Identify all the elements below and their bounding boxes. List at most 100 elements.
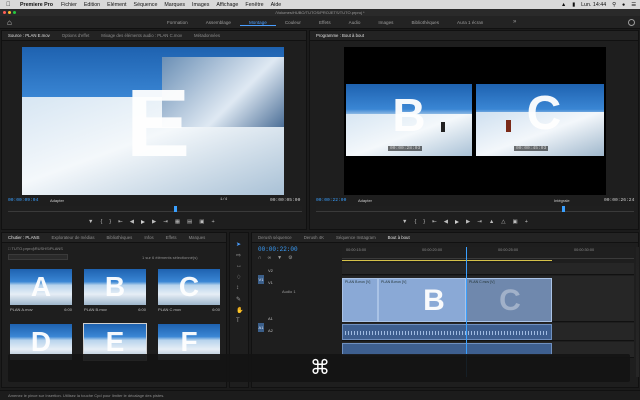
source-timecode-out[interactable]: 00:00:05:00: [270, 198, 300, 203]
source-resolution[interactable]: 1/4: [220, 198, 227, 202]
menu-edition[interactable]: Edition: [84, 2, 100, 8]
workspace-tab-audio[interactable]: Audio: [340, 20, 370, 25]
linked-selection-icon[interactable]: ∞: [268, 255, 272, 261]
clock[interactable]: Lun. 14:44: [581, 2, 606, 8]
program-video-frame[interactable]: B 00:00:28:03 C 00:00:45:03: [344, 47, 606, 195]
slip-tool-icon[interactable]: ↕: [236, 285, 239, 291]
track-v2[interactable]: V2: [268, 265, 273, 277]
program-playhead[interactable]: [562, 206, 565, 212]
menu-marques[interactable]: Marques: [164, 2, 185, 8]
tab-sequence-instagram[interactable]: Séquence Instagram: [330, 235, 382, 240]
notification-icon[interactable]: ☰: [631, 2, 636, 8]
extract-icon[interactable]: △: [501, 219, 505, 225]
more-workspaces-icon[interactable]: »: [513, 19, 516, 25]
workspace-tab-bibliotheques[interactable]: Bibliothèques: [402, 20, 448, 25]
marker-icon[interactable]: ▼: [402, 219, 407, 225]
menu-sequence[interactable]: Séquence: [134, 2, 158, 8]
menu-affichage[interactable]: Affichage: [216, 2, 238, 8]
add-button-icon[interactable]: +: [211, 219, 214, 225]
step-forward-icon[interactable]: ▶: [152, 219, 156, 225]
program-timecode-current[interactable]: 00:00:22:00: [316, 198, 346, 203]
mark-in-icon[interactable]: {: [100, 219, 102, 225]
work-area-bar[interactable]: [342, 260, 552, 261]
tab-effects[interactable]: Effets: [160, 235, 183, 240]
menu-fichier[interactable]: Fichier: [61, 2, 77, 8]
workspace-tab-images[interactable]: Images: [369, 20, 402, 25]
tab-metadata[interactable]: Métadonnées: [188, 33, 226, 38]
export-frame-icon[interactable]: ▣: [199, 219, 204, 225]
type-tool-icon[interactable]: T: [236, 318, 240, 324]
add-button-icon[interactable]: +: [525, 219, 528, 225]
workspace-tab-assemblage[interactable]: Assemblage: [197, 20, 240, 25]
mark-in-icon[interactable]: {: [414, 219, 416, 225]
tab-media-browser[interactable]: Explorateur de médias: [46, 235, 101, 240]
siri-icon[interactable]: ●: [622, 2, 625, 8]
workspace-tab-effets[interactable]: Effets: [310, 20, 340, 25]
track-a2[interactable]: A2: [268, 325, 273, 337]
source-patch-a1[interactable]: A1: [258, 323, 264, 332]
source-patch-v1[interactable]: V1: [258, 275, 264, 284]
source-video-frame[interactable]: E: [22, 47, 284, 195]
tab-program[interactable]: Programme : Bout à bout: [310, 33, 370, 38]
workspace-tab-formation[interactable]: Formation: [158, 20, 197, 25]
goto-in-icon[interactable]: ⇤: [118, 219, 123, 225]
video-clip-c[interactable]: PLAN C.mov [V] C: [466, 278, 552, 322]
menu-element[interactable]: Elément: [107, 2, 126, 8]
tab-info[interactable]: Infos: [138, 235, 159, 240]
source-timecode-in[interactable]: 00:00:09:04: [8, 198, 38, 203]
tab-bin-plans[interactable]: Chutier : PLANS: [2, 235, 46, 240]
menu-aide[interactable]: Aide: [271, 2, 282, 8]
play-icon[interactable]: [454, 220, 459, 224]
workspace-tab-montage[interactable]: Montage: [239, 20, 276, 26]
program-ruler[interactable]: [316, 206, 634, 212]
wifi-icon[interactable]: ▲: [561, 2, 566, 8]
hand-tool-icon[interactable]: ✋: [236, 307, 243, 314]
apple-icon[interactable]: : [6, 2, 12, 8]
video-clip-b[interactable]: PLAN B.mov [V] B: [378, 278, 466, 322]
pen-tool-icon[interactable]: ✎: [236, 296, 241, 303]
add-marker-icon[interactable]: ▼: [277, 255, 282, 261]
spotlight-icon[interactable]: ⚲: [612, 2, 616, 8]
track-a1[interactable]: A1: [268, 313, 273, 325]
audio-clip-a1[interactable]: [342, 324, 552, 340]
timeline-ruler[interactable]: 00:00:15:00 00:00:20:00 00:00:25:00 00:0…: [342, 247, 634, 259]
video-clip[interactable]: PLAN B.mov [V]: [342, 278, 378, 322]
tab-audio-mixer[interactable]: Mixage des éléments audio : PLAN C.mov: [95, 33, 188, 38]
overwrite-icon[interactable]: ▤: [187, 219, 192, 225]
search-icon[interactable]: [628, 19, 635, 26]
workspace-tab-aura[interactable]: Aura 1 écran: [448, 20, 492, 25]
goto-out-icon[interactable]: ⇥: [163, 219, 168, 225]
bin-item-b[interactable]: B: [84, 269, 146, 305]
tab-derush-sequence[interactable]: Derush séquence: [252, 235, 298, 240]
razor-tool-icon[interactable]: ♢: [236, 274, 241, 281]
menu-fenetre[interactable]: Fenêtre: [245, 2, 263, 8]
goto-out-icon[interactable]: ⇥: [477, 219, 482, 225]
track-lane-v2[interactable]: [342, 263, 634, 275]
marker-icon[interactable]: ▼: [88, 219, 93, 225]
timeline-timecode[interactable]: 00:00:22:00: [258, 246, 298, 253]
battery-icon[interactable]: ▮: [572, 2, 575, 8]
play-icon[interactable]: [140, 220, 145, 224]
snap-icon[interactable]: ∩: [258, 255, 262, 261]
track-select-tool-icon[interactable]: ⇨: [236, 252, 241, 259]
lift-icon[interactable]: ▲: [489, 219, 494, 225]
program-fit-select[interactable]: Adapter: [358, 198, 372, 203]
mark-out-icon[interactable]: }: [109, 219, 111, 225]
minimize-icon[interactable]: [8, 11, 11, 14]
tab-bout-a-bout[interactable]: Bout à bout: [382, 235, 416, 240]
app-menu[interactable]: Premiere Pro: [20, 2, 53, 8]
step-forward-icon[interactable]: ▶: [466, 219, 470, 225]
step-back-icon[interactable]: ◀: [444, 219, 448, 225]
export-frame-icon[interactable]: ▣: [513, 219, 518, 225]
insert-icon[interactable]: ▦: [175, 219, 180, 225]
zoom-icon[interactable]: [13, 11, 16, 14]
goto-in-icon[interactable]: ⇤: [432, 219, 437, 225]
bin-item-a[interactable]: A: [10, 269, 72, 305]
bin-item-c[interactable]: C: [158, 269, 220, 305]
source-fit-select[interactable]: Adapter: [50, 198, 64, 203]
menu-images[interactable]: Images: [192, 2, 209, 8]
mark-out-icon[interactable]: }: [423, 219, 425, 225]
program-quality-select[interactable]: Intégrale: [554, 198, 570, 203]
step-back-icon[interactable]: ◀: [130, 219, 134, 225]
tab-derush-4k[interactable]: Derush 4K: [298, 235, 330, 240]
